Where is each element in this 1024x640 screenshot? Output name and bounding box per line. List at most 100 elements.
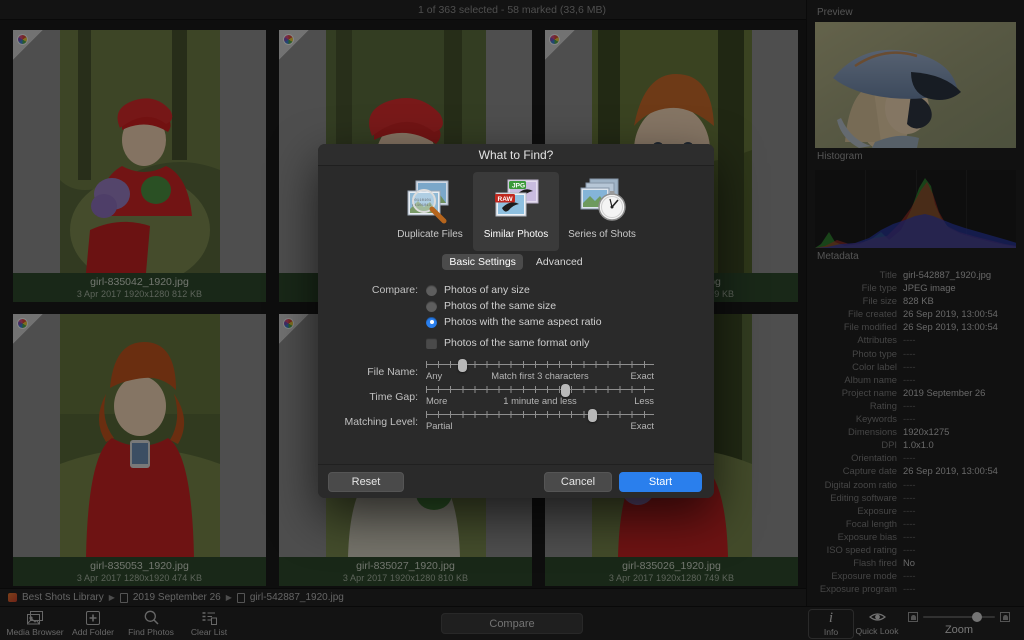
clear-list-button[interactable]: Clear List bbox=[180, 607, 238, 640]
metadata-row: Dimensions1920x1275 bbox=[807, 425, 1024, 438]
zoom-slider-track[interactable] bbox=[923, 616, 995, 618]
thumbnail-caption: girl-835042_1920.jpg3 Apr 2017 1920x1280… bbox=[13, 273, 266, 302]
compare-radio[interactable] bbox=[426, 301, 437, 312]
compare-label: Compare: bbox=[318, 284, 426, 296]
format-only-row[interactable]: Photos of the same format only bbox=[318, 335, 714, 351]
metadata-row: Capture date26 Sep 2019, 13:00:54 bbox=[807, 464, 1024, 477]
sliders-group: File Name:AnyMatch first 3 charactersExa… bbox=[318, 361, 714, 433]
compare-option-row[interactable]: Compare:Photos of any size bbox=[318, 282, 714, 298]
find-mode-duplicate-files[interactable]: 10110101 01101011 Duplicate Files bbox=[387, 172, 473, 251]
thumbnail-caption: girl-835027_1920.jpg3 Apr 2017 1920x1280… bbox=[279, 557, 532, 586]
find-photos-button[interactable]: Find Photos bbox=[122, 607, 180, 640]
compare-option-label: Photos with the same aspect ratio bbox=[444, 316, 602, 328]
metadata-list: Titlegirl-542887_1920.jpgFile typeJPEG i… bbox=[807, 268, 1024, 595]
slider-track[interactable] bbox=[426, 411, 654, 418]
quick-look-button[interactable]: Quick Look bbox=[854, 611, 900, 636]
metadata-key: File created bbox=[807, 307, 903, 320]
thumbnail-caption: girl-835053_1920.jpg3 Apr 2017 1280x1920… bbox=[13, 557, 266, 586]
info-button[interactable]: i Info bbox=[808, 609, 854, 639]
metadata-row: Exposure---- bbox=[807, 504, 1024, 517]
slider-tick-labels: More1 minute and lessLess bbox=[426, 395, 654, 408]
slider-row-file-name[interactable]: File Name:AnyMatch first 3 charactersExa… bbox=[318, 361, 714, 383]
slider-file-name[interactable]: AnyMatch first 3 charactersExact bbox=[426, 361, 654, 383]
metadata-value: 26 Sep 2019, 13:00:54 bbox=[903, 307, 998, 320]
metadata-row: Album name---- bbox=[807, 373, 1024, 386]
reset-label: Reset bbox=[352, 476, 381, 488]
metadata-value: ---- bbox=[903, 399, 916, 412]
zoom-slider-thumb[interactable] bbox=[972, 612, 982, 622]
metadata-value: ---- bbox=[903, 347, 916, 360]
thumbnail-filename: girl-835042_1920.jpg bbox=[90, 276, 189, 288]
metadata-value: No bbox=[903, 556, 915, 569]
slider-tick-labels: AnyMatch first 3 charactersExact bbox=[426, 370, 654, 383]
tab-advanced[interactable]: Advanced bbox=[529, 254, 590, 270]
media-browser-button[interactable]: Media Browser bbox=[6, 607, 64, 640]
format-only-checkbox[interactable] bbox=[426, 338, 437, 349]
thumbnail-cell[interactable]: girl-835053_1920.jpg3 Apr 2017 1280x1920… bbox=[13, 314, 266, 586]
metadata-value: 26 Sep 2019, 13:00:54 bbox=[903, 464, 998, 477]
settings-tabs[interactable]: Basic Settings Advanced bbox=[318, 254, 714, 270]
metadata-key: File modified bbox=[807, 320, 903, 333]
find-photos-label: Find Photos bbox=[128, 627, 174, 637]
start-button[interactable]: Start bbox=[619, 472, 702, 492]
zoom-slider-row[interactable] bbox=[908, 612, 1010, 622]
color-label-icon bbox=[545, 30, 575, 60]
thumbnail-caption: girl-835026_1920.jpg3 Apr 2017 1920x1280… bbox=[545, 557, 798, 586]
metadata-row: Orientation---- bbox=[807, 451, 1024, 464]
metadata-key: Keywords bbox=[807, 412, 903, 425]
find-mode-series-of-shots[interactable]: Series of Shots bbox=[559, 172, 645, 251]
slider-row-time-gap[interactable]: Time Gap:More1 minute and lessLess bbox=[318, 386, 714, 408]
thumbnail-image[interactable] bbox=[13, 30, 266, 273]
compare-radio[interactable] bbox=[426, 317, 437, 328]
thumbnail-image[interactable] bbox=[13, 314, 266, 557]
thumbnail-cell[interactable]: girl-835042_1920.jpg3 Apr 2017 1920x1280… bbox=[13, 30, 266, 302]
slider-row-matching-level[interactable]: Matching Level:PartialExact bbox=[318, 411, 714, 433]
metadata-row: Digital zoom ratio---- bbox=[807, 478, 1024, 491]
bottom-toolbar: Media Browser Add Folder Find Photos Cle… bbox=[0, 606, 1024, 640]
slider-max-label: Less bbox=[634, 395, 654, 406]
compare-option-row[interactable]: Photos with the same aspect ratio bbox=[318, 314, 714, 330]
zoom-in-icon[interactable] bbox=[1000, 612, 1010, 622]
metadata-row: Titlegirl-542887_1920.jpg bbox=[807, 268, 1024, 281]
preview-image[interactable] bbox=[815, 22, 1016, 148]
slider-time-gap[interactable]: More1 minute and lessLess bbox=[426, 386, 654, 408]
slider-track[interactable] bbox=[426, 361, 654, 368]
compare-button[interactable]: Compare bbox=[441, 613, 583, 634]
add-folder-button[interactable]: Add Folder bbox=[64, 607, 122, 640]
eye-icon bbox=[869, 611, 886, 625]
cancel-button[interactable]: Cancel bbox=[544, 472, 612, 492]
find-mode-selector[interactable]: 10110101 01101011 Duplicate Files JPG RA… bbox=[318, 166, 714, 251]
metadata-value: JPEG image bbox=[903, 281, 956, 294]
zoom-out-icon[interactable] bbox=[908, 612, 918, 622]
slider-matching-level[interactable]: PartialExact bbox=[426, 411, 654, 433]
metadata-value: ---- bbox=[903, 412, 916, 425]
reset-button[interactable]: Reset bbox=[328, 472, 404, 492]
slider-track[interactable] bbox=[426, 386, 654, 393]
compare-radio[interactable] bbox=[426, 285, 437, 296]
metadata-value: ---- bbox=[903, 491, 916, 504]
find-mode-label: Similar Photos bbox=[484, 229, 548, 240]
metadata-value: ---- bbox=[903, 517, 916, 530]
breadcrumb-file[interactable]: girl-542887_1920.jpg bbox=[250, 592, 344, 603]
metadata-row: Photo type---- bbox=[807, 347, 1024, 360]
thumbnail-filename: girl-835026_1920.jpg bbox=[622, 560, 721, 572]
color-label-icon bbox=[13, 30, 43, 60]
slider-min-label: More bbox=[426, 395, 447, 406]
compare-option-row[interactable]: Photos of the same size bbox=[318, 298, 714, 314]
tab-basic-settings[interactable]: Basic Settings bbox=[442, 254, 523, 270]
metadata-row: Keywords---- bbox=[807, 412, 1024, 425]
slider-min-label: Any bbox=[426, 370, 442, 381]
zoom-control[interactable]: Zoom bbox=[900, 612, 1018, 636]
preview-section-title: Preview bbox=[807, 4, 1024, 22]
metadata-value: ---- bbox=[903, 373, 916, 386]
svg-text:JPG: JPG bbox=[512, 183, 525, 190]
breadcrumb-folder[interactable]: 2019 September 26 bbox=[133, 592, 221, 603]
metadata-row: ISO speed rating---- bbox=[807, 543, 1024, 556]
color-label-icon bbox=[279, 30, 309, 60]
metadata-value: 828 KB bbox=[903, 294, 934, 307]
metadata-key: Flash fired bbox=[807, 556, 903, 569]
breadcrumb-library[interactable]: Best Shots Library bbox=[22, 592, 104, 603]
metadata-row: Color label---- bbox=[807, 360, 1024, 373]
compare-option-label: Photos of the same size bbox=[444, 300, 556, 312]
find-mode-similar-photos[interactable]: JPG RAW Similar Photos bbox=[473, 172, 559, 251]
